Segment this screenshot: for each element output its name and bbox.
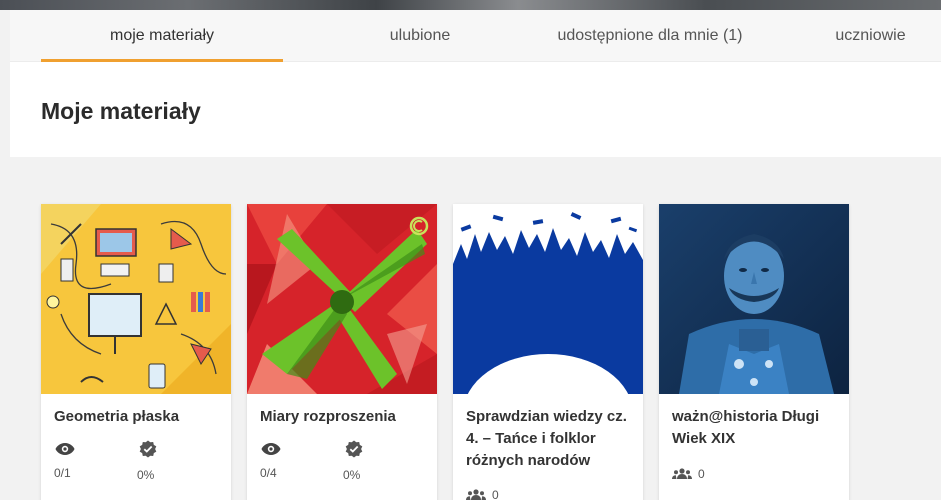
card-title: ważn@historia Długi Wiek XIX xyxy=(672,408,820,447)
tab-label: moje materiały xyxy=(109,27,215,44)
tab-label: uczniowie xyxy=(835,27,906,44)
eye-icon xyxy=(55,442,75,461)
score-value: 0% xyxy=(343,468,361,482)
hero-image-strip xyxy=(0,0,941,10)
tab-students[interactable]: uczniowie xyxy=(800,10,941,62)
members-count: 0 xyxy=(698,467,705,481)
verified-badge-icon xyxy=(345,440,363,463)
tab-bar: moje materiały ulubione udostępnione dla… xyxy=(10,10,941,62)
group-icon xyxy=(672,467,692,485)
card-thumbnail xyxy=(453,204,643,394)
card-thumbnail xyxy=(659,204,849,394)
materials-grid: Geometria płaska 0/1 0% Miary rozproszen… xyxy=(10,157,941,500)
members-count: 0 xyxy=(492,488,499,500)
views-count: 0/1 xyxy=(54,466,71,480)
card-title: Geometria płaska xyxy=(54,408,180,425)
views-count: 0/4 xyxy=(260,466,277,480)
tab-shared-with-me[interactable]: udostępnione dla mnie (1) xyxy=(532,10,768,62)
material-card[interactable]: Miary rozproszenia 0/4 0% xyxy=(247,204,437,500)
material-card[interactable]: Geometria płaska 0/1 0% xyxy=(41,204,231,500)
eye-icon xyxy=(261,442,281,461)
card-thumbnail xyxy=(41,204,231,394)
material-card[interactable]: ważn@historia Długi Wiek XIX 0 xyxy=(659,204,849,500)
material-card[interactable]: Sprawdzian wiedzy cz. 4. – Tańce i folkl… xyxy=(453,204,643,500)
tab-label: udostępnione dla mnie (1) xyxy=(557,27,743,44)
tab-label: ulubione xyxy=(389,27,451,44)
card-title: Miary rozproszenia xyxy=(260,408,396,425)
tab-favorites[interactable]: ulubione xyxy=(330,10,510,62)
page-title: Moje materiały xyxy=(41,98,201,124)
score-value: 0% xyxy=(137,468,155,482)
verified-badge-icon xyxy=(139,440,157,463)
tab-my-materials[interactable]: moje materiały xyxy=(41,10,283,62)
group-icon xyxy=(466,488,486,500)
card-thumbnail xyxy=(247,204,437,394)
card-title: Sprawdzian wiedzy cz. 4. – Tańce i folkl… xyxy=(466,408,627,469)
page-header: Moje materiały xyxy=(10,62,941,157)
